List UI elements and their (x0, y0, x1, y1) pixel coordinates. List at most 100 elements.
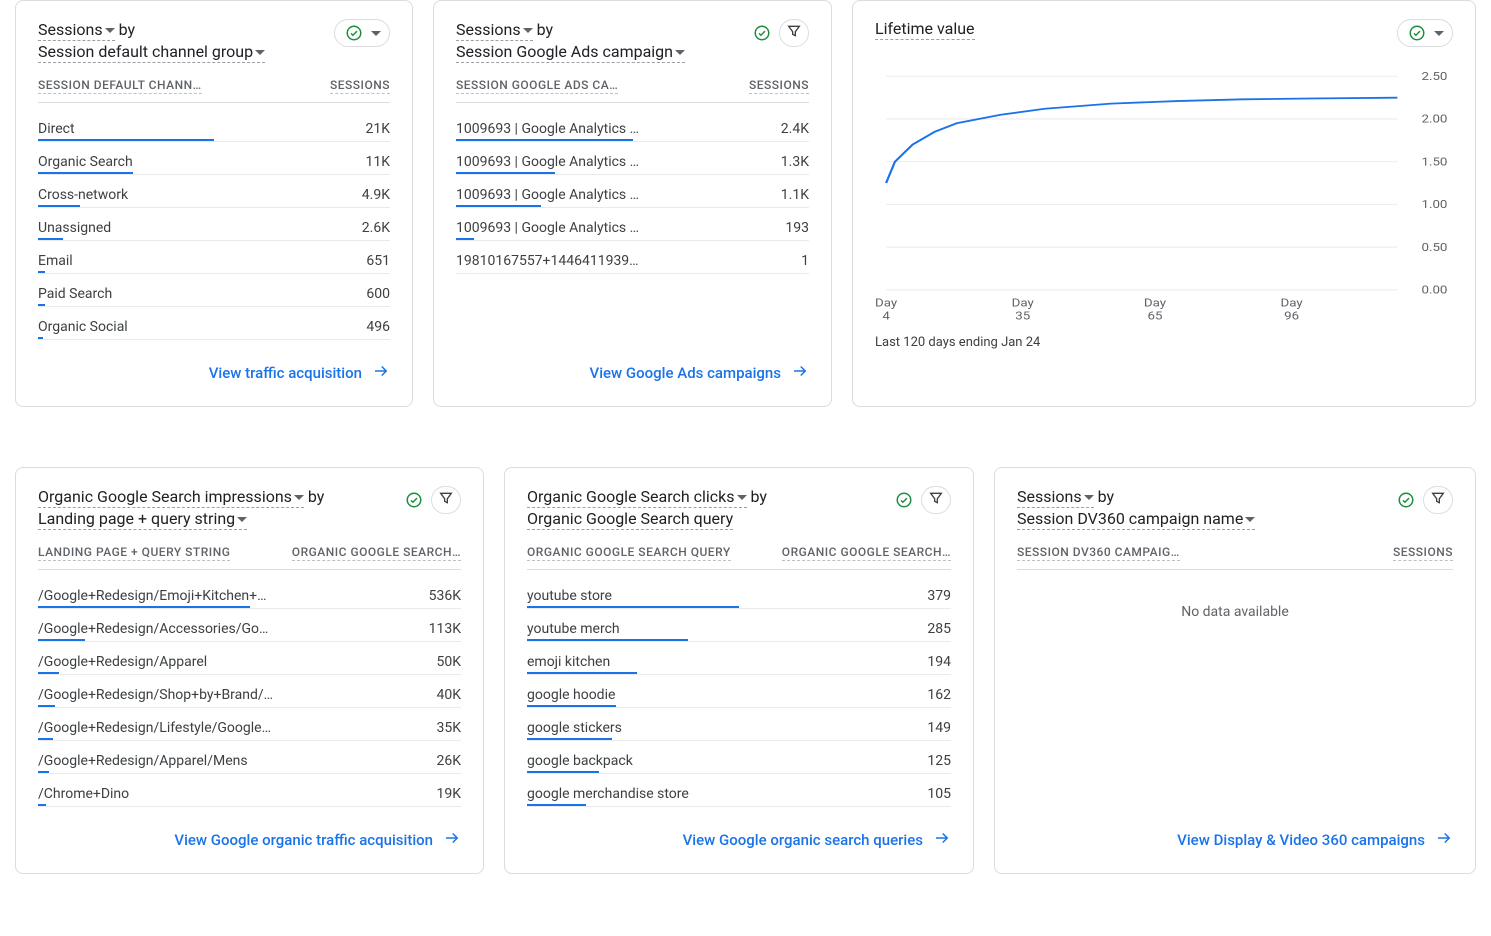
table-row[interactable]: Organic Social496 (38, 311, 390, 337)
metric-selector[interactable]: Organic Google Search impressions (38, 487, 304, 508)
bar-fill (38, 771, 49, 773)
column-header-dimension[interactable]: ORGANIC GOOGLE SEARCH QUERY (527, 545, 731, 561)
view-google-ads-link[interactable]: View Google Ads campaigns (456, 344, 809, 384)
bar-fill (38, 639, 85, 641)
filter-button[interactable] (921, 486, 951, 514)
bar-fill (38, 738, 53, 740)
chevron-down-icon (371, 25, 381, 41)
bar-fill (456, 172, 555, 174)
lifetime-value-chart: 0.000.501.001.502.002.50Day4Day35Day65Da… (875, 67, 1453, 327)
table-row[interactable]: /Google+Redesign/Shop+by+Brand/…40K (38, 679, 461, 705)
table-row[interactable]: 1009693 | Google Analytics …2.4K (456, 113, 809, 139)
column-header-metric[interactable]: ORGANIC GOOGLE SEARCH… (292, 545, 461, 561)
bar-fill (527, 606, 739, 608)
bar-fill (38, 238, 63, 240)
bar-fill (527, 672, 637, 674)
bar-track (38, 672, 461, 675)
table-row[interactable]: Unassigned2.6K (38, 212, 390, 238)
table-row[interactable]: 1009693 | Google Analytics …1.1K (456, 179, 809, 205)
view-organic-traffic-link[interactable]: View Google organic traffic acquisition (38, 811, 461, 851)
table-row[interactable]: google merchandise store105 (527, 778, 951, 804)
check-circle-icon (1395, 489, 1417, 511)
dimension-selector[interactable]: Landing page + query string (38, 509, 247, 530)
metric-selector[interactable]: Organic Google Search clicks (527, 487, 747, 508)
column-header-metric[interactable]: SESSIONS (749, 78, 809, 94)
svg-text:35: 35 (1015, 310, 1030, 323)
column-header-dimension[interactable]: LANDING PAGE + QUERY STRING (38, 545, 230, 561)
dimension-selector[interactable]: Session default channel group (38, 42, 265, 63)
quality-check-menu[interactable] (1397, 19, 1453, 47)
table-row[interactable]: /Google+Redesign/Apparel50K (38, 646, 461, 672)
bar-track (38, 139, 390, 142)
table-row[interactable]: 1009693 | Google Analytics …1.3K (456, 146, 809, 172)
table-row[interactable]: google stickers149 (527, 712, 951, 738)
metric-selector[interactable]: Sessions (456, 20, 533, 41)
table-row[interactable]: Organic Search11K (38, 146, 390, 172)
data-rows: /Google+Redesign/Emoji+Kitchen+…536K/Goo… (38, 580, 461, 811)
bar-fill (38, 672, 59, 674)
quality-check-menu[interactable] (334, 19, 390, 47)
table-row[interactable]: /Google+Redesign/Emoji+Kitchen+…536K (38, 580, 461, 606)
table-row[interactable]: youtube merch285 (527, 613, 951, 639)
table-row[interactable]: /Google+Redesign/Lifestyle/Google…35K (38, 712, 461, 738)
chevron-down-icon (1245, 517, 1255, 523)
row-value: 1.3K (781, 154, 809, 170)
filter-button[interactable] (779, 19, 809, 47)
row-label: /Google+Redesign/Apparel (38, 654, 436, 670)
table-row[interactable]: 19810167557+1446411939…1 (456, 245, 809, 271)
filter-button[interactable] (1423, 486, 1453, 514)
column-header-dimension[interactable]: SESSION DEFAULT CHANN… (38, 78, 202, 94)
filter-button[interactable] (431, 486, 461, 514)
bar-track (456, 172, 809, 175)
bar-fill (527, 804, 586, 806)
bar-fill (38, 139, 214, 141)
bar-track (456, 238, 809, 241)
column-header-metric[interactable]: SESSIONS (330, 78, 390, 94)
view-dv360-link[interactable]: View Display & Video 360 campaigns (1017, 811, 1453, 851)
bar-track (527, 738, 951, 741)
row-label: emoji kitchen (527, 654, 927, 670)
table-row[interactable]: youtube store379 (527, 580, 951, 606)
column-header-metric[interactable]: SESSIONS (1393, 545, 1453, 561)
svg-text:Day: Day (1012, 297, 1034, 310)
table-row[interactable]: Direct21K (38, 113, 390, 139)
card-title: Sessions by Session Google Ads campaign (456, 19, 685, 64)
chevron-down-icon (255, 50, 265, 56)
bar-track (38, 337, 390, 340)
row-label: /Google+Redesign/Lifestyle/Google… (38, 720, 436, 736)
row-value: 125 (927, 753, 951, 769)
table-row[interactable]: Paid Search600 (38, 278, 390, 304)
table-row[interactable]: google hoodie162 (527, 679, 951, 705)
chevron-down-icon (237, 517, 247, 523)
row-label: Paid Search (38, 286, 366, 302)
row-value: 21K (365, 121, 390, 137)
chevron-down-icon (737, 495, 747, 501)
arrow-right-icon (933, 829, 951, 851)
table-row[interactable]: emoji kitchen194 (527, 646, 951, 672)
table-row[interactable]: /Google+Redesign/Apparel/Mens26K (38, 745, 461, 771)
column-header-metric[interactable]: ORGANIC GOOGLE SEARCH… (782, 545, 951, 561)
dimension-selector[interactable]: Session Google Ads campaign (456, 42, 685, 63)
row-value: 285 (927, 621, 951, 637)
card-organic-clicks: Organic Google Search clicks by Organic … (504, 467, 974, 874)
table-row[interactable]: /Google+Redesign/Accessories/Go…113K (38, 613, 461, 639)
table-row[interactable]: google backpack125 (527, 745, 951, 771)
chart-date-range: Last 120 days ending Jan 24 (875, 335, 1453, 350)
column-header-dimension[interactable]: SESSION GOOGLE ADS CA… (456, 78, 618, 94)
column-header-dimension[interactable]: SESSION DV360 CAMPAIG… (1017, 545, 1180, 561)
dimension-selector[interactable]: Session DV360 campaign name (1017, 509, 1255, 530)
metric-selector[interactable]: Sessions (1017, 487, 1094, 508)
table-row[interactable]: Cross-network4.9K (38, 179, 390, 205)
metric-selector[interactable]: Sessions (38, 20, 115, 41)
bar-fill (38, 606, 250, 608)
row-value: 11K (365, 154, 390, 170)
table-row[interactable]: 1009693 | Google Analytics …193 (456, 212, 809, 238)
svg-text:65: 65 (1148, 310, 1163, 323)
view-traffic-acquisition-link[interactable]: View traffic acquisition (38, 344, 390, 384)
card-title: Organic Google Search impressions by Lan… (38, 486, 324, 531)
table-row[interactable]: /Chrome+Dino19K (38, 778, 461, 804)
row-label: Organic Search (38, 154, 365, 170)
arrow-right-icon (791, 362, 809, 384)
view-organic-queries-link[interactable]: View Google organic search queries (527, 811, 951, 851)
table-row[interactable]: Email651 (38, 245, 390, 271)
